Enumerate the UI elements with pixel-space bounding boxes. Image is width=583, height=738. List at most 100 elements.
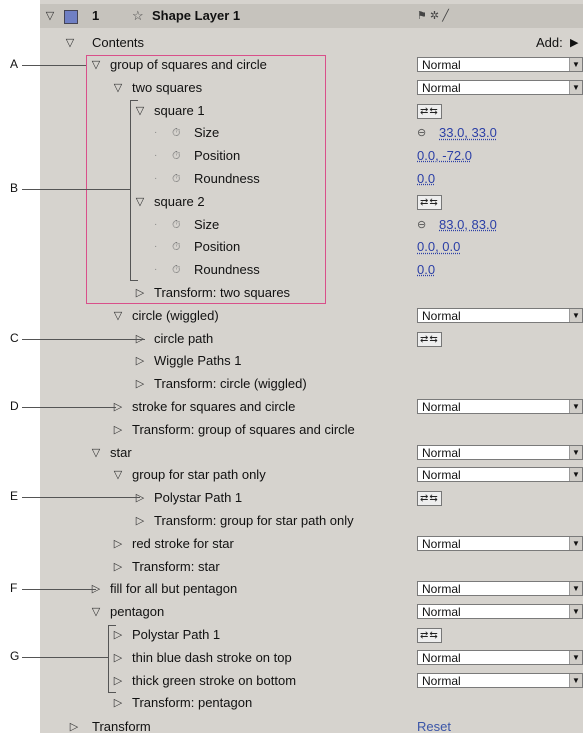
shape-item-row[interactable]: ▷ thick green stroke on bottom Normal ▼ [40,670,583,692]
collapsed-triangle-icon[interactable]: ▷ [112,647,124,669]
collapsed-triangle-icon[interactable]: ▷ [134,373,146,395]
path-direction-icon[interactable]: ⇄⇆ [417,628,442,643]
dropdown-arrow-icon[interactable]: ▼ [569,400,582,413]
reset-link[interactable]: Reset [417,716,451,738]
dropdown-arrow-icon[interactable]: ▼ [569,308,582,322]
blend-mode-value: Normal [422,308,461,323]
property-value[interactable]: 0.0 [417,259,435,281]
collapsed-triangle-icon[interactable]: ▷ [134,350,146,372]
blend-mode-select[interactable]: Normal ▼ [417,57,583,72]
callout-label: E [10,489,19,503]
constrain-proportions-icon[interactable]: ⊖ [417,122,426,144]
blend-mode-value: Normal [422,536,461,551]
item-label: Transform: pentagon [132,695,253,711]
collapsed-triangle-icon[interactable]: ▷ [112,419,124,441]
shape-item-row[interactable]: ▷ fill for all but pentagon Normal ▼ [40,578,583,600]
layer-header-row[interactable]: ▽ 1 ☆ Shape Layer 1 ⚑ ✲ ╱ [40,4,583,28]
transform-row[interactable]: ▷ Transform Reset [40,716,583,738]
label-color-swatch[interactable] [64,10,78,24]
blend-mode-select[interactable]: Normal ▼ [417,307,583,323]
path-direction-icon[interactable]: ⇄⇆ [417,491,442,507]
item-label: fill for all but pentagon [110,581,238,597]
dropdown-arrow-icon[interactable]: ▼ [569,58,582,71]
callout-line [22,407,116,408]
dropdown-arrow-icon[interactable]: ▼ [569,80,582,94]
shape-item-row[interactable]: ▽ circle (wiggled) Normal ▼ [40,305,583,327]
transform-expand-icon[interactable]: ▷ [68,716,80,738]
contents-row[interactable]: ▽ Contents Add: ▶ [40,32,583,54]
shape-item-row[interactable]: ▷ Transform: pentagon [40,692,583,714]
dropdown-arrow-icon[interactable]: ▼ [569,582,582,596]
dropdown-arrow-icon[interactable]: ▼ [569,445,582,459]
shape-item-row[interactable]: ▷ Polystar Path 1 ⇄⇆ [40,624,583,646]
callout-line [22,589,96,590]
dropdown-arrow-icon[interactable]: ▼ [569,650,582,664]
collapsed-triangle-icon[interactable]: ▷ [112,692,124,714]
shape-item-row[interactable]: ▷ red stroke for star Normal ▼ [40,533,583,555]
dropdown-arrow-icon[interactable]: ▼ [569,468,582,482]
layer-expand-icon[interactable]: ▽ [44,4,56,28]
blend-mode-select[interactable]: Normal ▼ [417,672,583,688]
blend-mode-select[interactable]: Normal ▼ [417,399,583,414]
blend-mode-select[interactable]: Normal ▼ [417,604,583,620]
shape-item-row[interactable]: ▷ Wiggle Paths 1 [40,350,583,372]
bracket-line [108,625,109,692]
layer-switches[interactable]: ⚑ ✲ ╱ [417,4,449,28]
blend-mode-select[interactable]: Normal ▼ [417,467,583,483]
expanded-triangle-icon[interactable]: ▽ [112,464,124,486]
shape-item-row[interactable]: ▽ pentagon Normal ▼ [40,601,583,623]
add-menu-icon[interactable]: ▶ [570,32,578,54]
shape-item-row[interactable]: ▷ stroke for squares and circle Normal ▼ [40,396,583,418]
property-value[interactable]: 0.0 [417,168,435,190]
path-direction-icon[interactable]: ⇄⇆ [417,103,442,119]
item-label: pentagon [110,604,165,620]
shape-item-row[interactable]: ▽ star Normal ▼ [40,442,583,464]
expanded-triangle-icon[interactable]: ▽ [90,442,102,464]
shape-item-row[interactable]: ▷ Polystar Path 1 ⇄⇆ [40,487,583,509]
callout-label: G [10,649,20,663]
shape-item-row[interactable]: ▷ Transform: star [40,556,583,578]
shape-item-row[interactable]: ▷ Transform: group for star path only [40,510,583,532]
property-value[interactable]: 0.0, 0.0 [417,236,460,258]
callout-label: D [10,399,19,413]
item-label: red stroke for star [132,535,234,551]
property-value[interactable]: 0.0, -72.0 [417,145,472,167]
expanded-triangle-icon[interactable]: ▽ [90,601,102,623]
expanded-triangle-icon[interactable]: ▽ [112,305,124,327]
blend-mode-select[interactable]: Normal ▼ [417,535,583,551]
collapsed-triangle-icon[interactable]: ▷ [134,487,146,509]
collapsed-triangle-icon[interactable]: ▷ [112,670,124,692]
item-label: Wiggle Paths 1 [154,353,242,369]
dropdown-arrow-icon[interactable]: ▼ [569,536,582,550]
collapsed-triangle-icon[interactable]: ▷ [112,533,124,555]
path-direction-icon[interactable]: ⇄⇆ [417,194,442,210]
item-label: Transform: group of squares and circle [132,421,355,437]
blend-mode-select[interactable]: Normal ▼ [417,581,583,597]
property-value[interactable]: 33.0, 33.0 [439,122,497,144]
collapsed-triangle-icon[interactable]: ▷ [112,624,124,646]
shape-item-row[interactable]: ▷ Transform: group of squares and circle [40,419,583,441]
path-direction-icon[interactable]: ⇄⇆ [417,331,442,347]
bracket-tick [130,100,138,101]
property-value[interactable]: 83.0, 83.0 [439,214,497,236]
transform-label: Transform [92,719,151,734]
shape-item-row[interactable]: ▷ thin blue dash stroke on top Normal ▼ [40,647,583,669]
collapsed-triangle-icon[interactable]: ▷ [134,510,146,532]
blend-mode-value: Normal [422,605,461,620]
constrain-proportions-icon[interactable]: ⊖ [417,214,426,236]
layer-name[interactable]: Shape Layer 1 [152,4,240,28]
item-label: Polystar Path 1 [154,490,243,506]
blend-mode-select[interactable]: Normal ▼ [417,649,583,665]
item-label: Transform: circle (wiggled) [154,376,307,392]
add-label: Add: [536,35,563,50]
blend-mode-select[interactable]: Normal ▼ [417,79,583,95]
shape-item-row[interactable]: ▽ group for star path only Normal ▼ [40,464,583,486]
dropdown-arrow-icon[interactable]: ▼ [569,673,582,687]
collapsed-triangle-icon[interactable]: ▷ [112,556,124,578]
blend-mode-select[interactable]: Normal ▼ [417,444,583,460]
blend-mode-value: Normal [422,58,461,72]
shape-item-row[interactable]: ▷ Transform: circle (wiggled) [40,373,583,395]
contents-expand-icon[interactable]: ▽ [64,32,76,54]
dropdown-arrow-icon[interactable]: ▼ [569,605,582,619]
highlight-box [86,55,326,304]
